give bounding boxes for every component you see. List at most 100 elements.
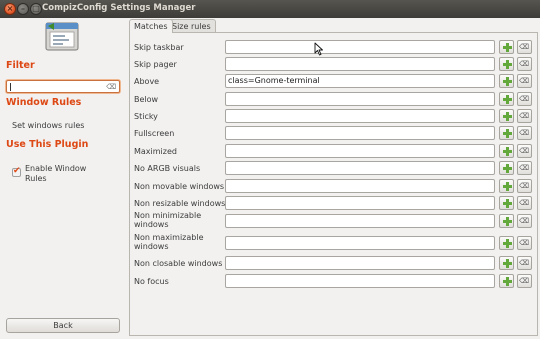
rule-label: Non movable windows <box>134 182 225 191</box>
clear-match-button[interactable]: ⌫ <box>517 161 532 175</box>
rule-row: Above class=Gnome-terminal ⌫ <box>130 72 539 89</box>
maximize-icon: □ <box>32 4 40 13</box>
add-match-button[interactable] <box>499 214 514 228</box>
rule-label: Non resizable windows <box>134 199 226 208</box>
rule-row: Non minimizable windows ⌫ <box>130 211 539 229</box>
add-match-button[interactable] <box>499 274 514 288</box>
rule-label: Skip taskbar <box>134 43 184 52</box>
rule-row: Fullscreen ⌫ <box>130 124 539 141</box>
rule-match-input[interactable] <box>225 92 495 106</box>
minimize-icon: – <box>21 4 25 13</box>
add-match-button[interactable] <box>499 40 514 54</box>
clear-icon: ⌫ <box>519 43 529 51</box>
add-icon <box>506 60 509 69</box>
rule-match-input[interactable] <box>225 57 495 71</box>
rule-match-input[interactable] <box>225 179 495 193</box>
rule-row: Skip pager ⌫ <box>130 55 539 72</box>
add-match-button[interactable] <box>499 109 514 123</box>
add-match-button[interactable] <box>499 57 514 71</box>
clear-icon: ⌫ <box>519 147 529 155</box>
rule-row: Sticky ⌫ <box>130 107 539 124</box>
clear-match-button[interactable]: ⌫ <box>517 109 532 123</box>
rule-match-input[interactable] <box>225 196 495 210</box>
clear-match-button[interactable]: ⌫ <box>517 256 532 270</box>
add-match-button[interactable] <box>499 126 514 140</box>
add-icon <box>506 182 509 191</box>
rule-label: Non minimizable windows <box>134 211 202 229</box>
text-caret <box>10 83 11 91</box>
clear-match-button[interactable]: ⌫ <box>517 92 532 106</box>
add-match-button[interactable] <box>499 256 514 270</box>
rule-row: Non closable windows ⌫ <box>130 254 539 271</box>
rule-match-input[interactable] <box>225 40 495 54</box>
rule-label: Maximized <box>134 147 177 156</box>
filter-input[interactable]: ⌫ <box>6 80 120 93</box>
rule-row: No focus ⌫ <box>130 272 539 289</box>
rule-match-input[interactable]: class=Gnome-terminal <box>225 74 495 88</box>
add-icon <box>506 129 509 138</box>
add-match-button[interactable] <box>499 74 514 88</box>
add-icon <box>506 217 509 226</box>
ccsm-window: × – □ CompizConfig Settings Manager Filt… <box>0 0 540 339</box>
rule-row: Non maximizable windows ⌫ <box>130 233 539 251</box>
close-icon: × <box>6 4 14 13</box>
clear-match-button[interactable]: ⌫ <box>517 196 532 210</box>
clear-icon: ⌫ <box>519 112 529 120</box>
clear-match-button[interactable]: ⌫ <box>517 274 532 288</box>
rule-match-input[interactable] <box>225 236 495 250</box>
clear-match-button[interactable]: ⌫ <box>517 40 532 54</box>
clear-filter-icon[interactable]: ⌫ <box>106 83 116 91</box>
rule-row: No ARGB visuals ⌫ <box>130 159 539 176</box>
enable-plugin-label[interactable]: Enable Window Rules <box>25 164 95 184</box>
rule-label: Sticky <box>134 112 158 121</box>
clear-icon: ⌫ <box>519 182 529 190</box>
add-match-button[interactable] <box>499 92 514 106</box>
clear-icon: ⌫ <box>519 95 529 103</box>
clear-match-button[interactable]: ⌫ <box>517 236 532 250</box>
checkmark-icon: ✔ <box>13 166 21 176</box>
add-icon <box>506 147 509 156</box>
tab-matches[interactable]: Matches <box>129 19 173 33</box>
rule-row: Maximized ⌫ <box>130 142 539 159</box>
clear-match-button[interactable]: ⌫ <box>517 57 532 71</box>
rule-label: No ARGB visuals <box>134 164 201 173</box>
set-windows-rules-link[interactable]: Set windows rules <box>12 121 84 130</box>
add-match-button[interactable] <box>499 144 514 158</box>
rule-match-input[interactable] <box>225 161 495 175</box>
back-button[interactable]: Back <box>6 318 120 333</box>
tab-size-rules[interactable]: Size rules <box>167 19 216 33</box>
window-minimize-button[interactable]: – <box>17 3 29 15</box>
clear-icon: ⌫ <box>519 77 529 85</box>
clear-icon: ⌫ <box>519 60 529 68</box>
window-maximize-button[interactable]: □ <box>30 3 42 15</box>
add-match-button[interactable] <box>499 179 514 193</box>
rule-match-input[interactable] <box>225 214 495 228</box>
rule-match-input[interactable] <box>225 274 495 288</box>
rule-match-input[interactable] <box>225 109 495 123</box>
clear-match-button[interactable]: ⌫ <box>517 179 532 193</box>
clear-icon: ⌫ <box>519 259 529 267</box>
rule-label: Fullscreen <box>134 129 175 138</box>
clear-match-button[interactable]: ⌫ <box>517 74 532 88</box>
add-match-button[interactable] <box>499 161 514 175</box>
clear-icon: ⌫ <box>519 129 529 137</box>
clear-icon: ⌫ <box>519 164 529 172</box>
window-close-button[interactable]: × <box>4 3 16 15</box>
enable-plugin-checkbox[interactable]: ✔ <box>12 166 21 177</box>
add-icon <box>506 239 509 248</box>
rule-match-input[interactable] <box>225 256 495 270</box>
window-title: CompizConfig Settings Manager <box>42 3 196 13</box>
filter-heading: Filter <box>6 60 35 71</box>
rule-match-input[interactable] <box>225 144 495 158</box>
clear-match-button[interactable]: ⌫ <box>517 214 532 228</box>
rule-row: Below ⌫ <box>130 90 539 107</box>
add-match-button[interactable] <box>499 236 514 250</box>
add-icon <box>506 112 509 121</box>
clear-match-button[interactable]: ⌫ <box>517 126 532 140</box>
add-match-button[interactable] <box>499 196 514 210</box>
rule-label: No focus <box>134 277 169 286</box>
add-icon <box>506 164 509 173</box>
clear-icon: ⌫ <box>519 277 529 285</box>
rule-match-input[interactable] <box>225 126 495 140</box>
clear-match-button[interactable]: ⌫ <box>517 144 532 158</box>
